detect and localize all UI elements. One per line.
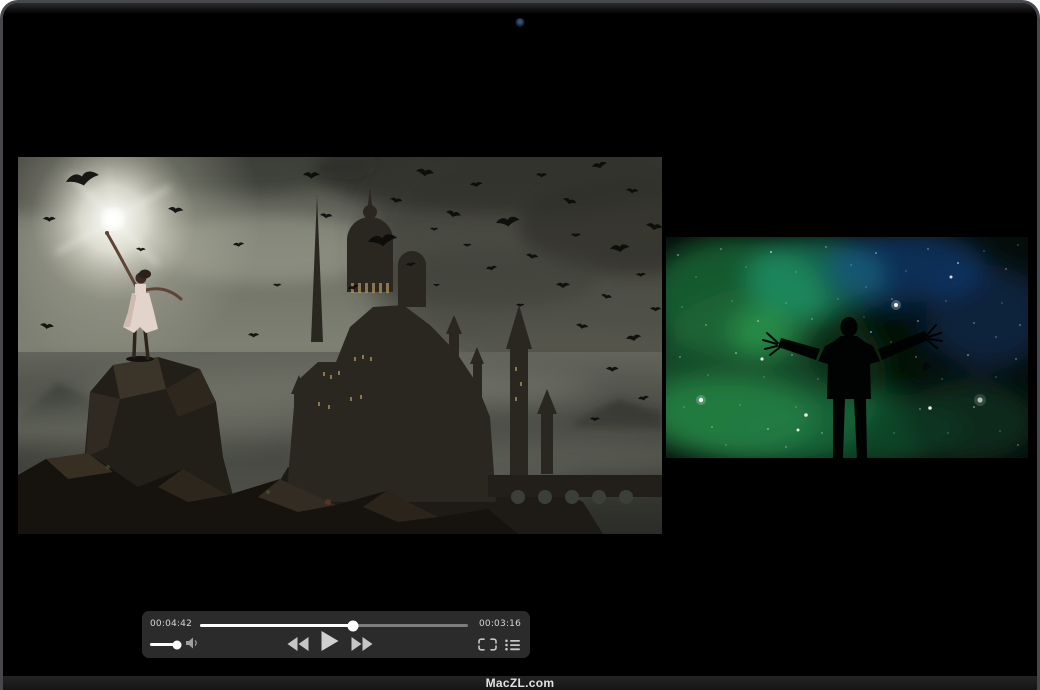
transport-buttons bbox=[288, 611, 373, 658]
galaxy-scene-art bbox=[666, 237, 1028, 458]
volume-knob[interactable] bbox=[173, 640, 182, 649]
elapsed-time: 00:04:42 bbox=[150, 619, 192, 629]
playlist-icon[interactable] bbox=[505, 639, 520, 651]
macbook-display: 00:04:42 00:03:16 bbox=[0, 0, 1040, 690]
play-button[interactable] bbox=[322, 631, 339, 651]
castle-scene-art bbox=[18, 157, 662, 534]
fit-to-screen-icon[interactable] bbox=[478, 638, 497, 651]
volume-slider[interactable] bbox=[150, 643, 177, 646]
playback-controls: 00:04:42 00:03:16 bbox=[142, 611, 530, 658]
camera-dot bbox=[516, 18, 525, 27]
remaining-time: 00:03:16 bbox=[479, 619, 521, 629]
page-background: 00:04:42 00:03:16 bbox=[0, 0, 1040, 690]
bottom-bezel: MacZL.com bbox=[3, 676, 1037, 690]
video-player-right[interactable] bbox=[666, 237, 1028, 458]
right-icon-group bbox=[478, 638, 520, 651]
fast-forward-button[interactable] bbox=[352, 637, 373, 651]
brand-label: MacZL.com bbox=[486, 676, 555, 690]
rewind-button[interactable] bbox=[288, 637, 309, 651]
speaker-icon[interactable] bbox=[186, 637, 199, 649]
video-player-left[interactable] bbox=[18, 157, 662, 534]
